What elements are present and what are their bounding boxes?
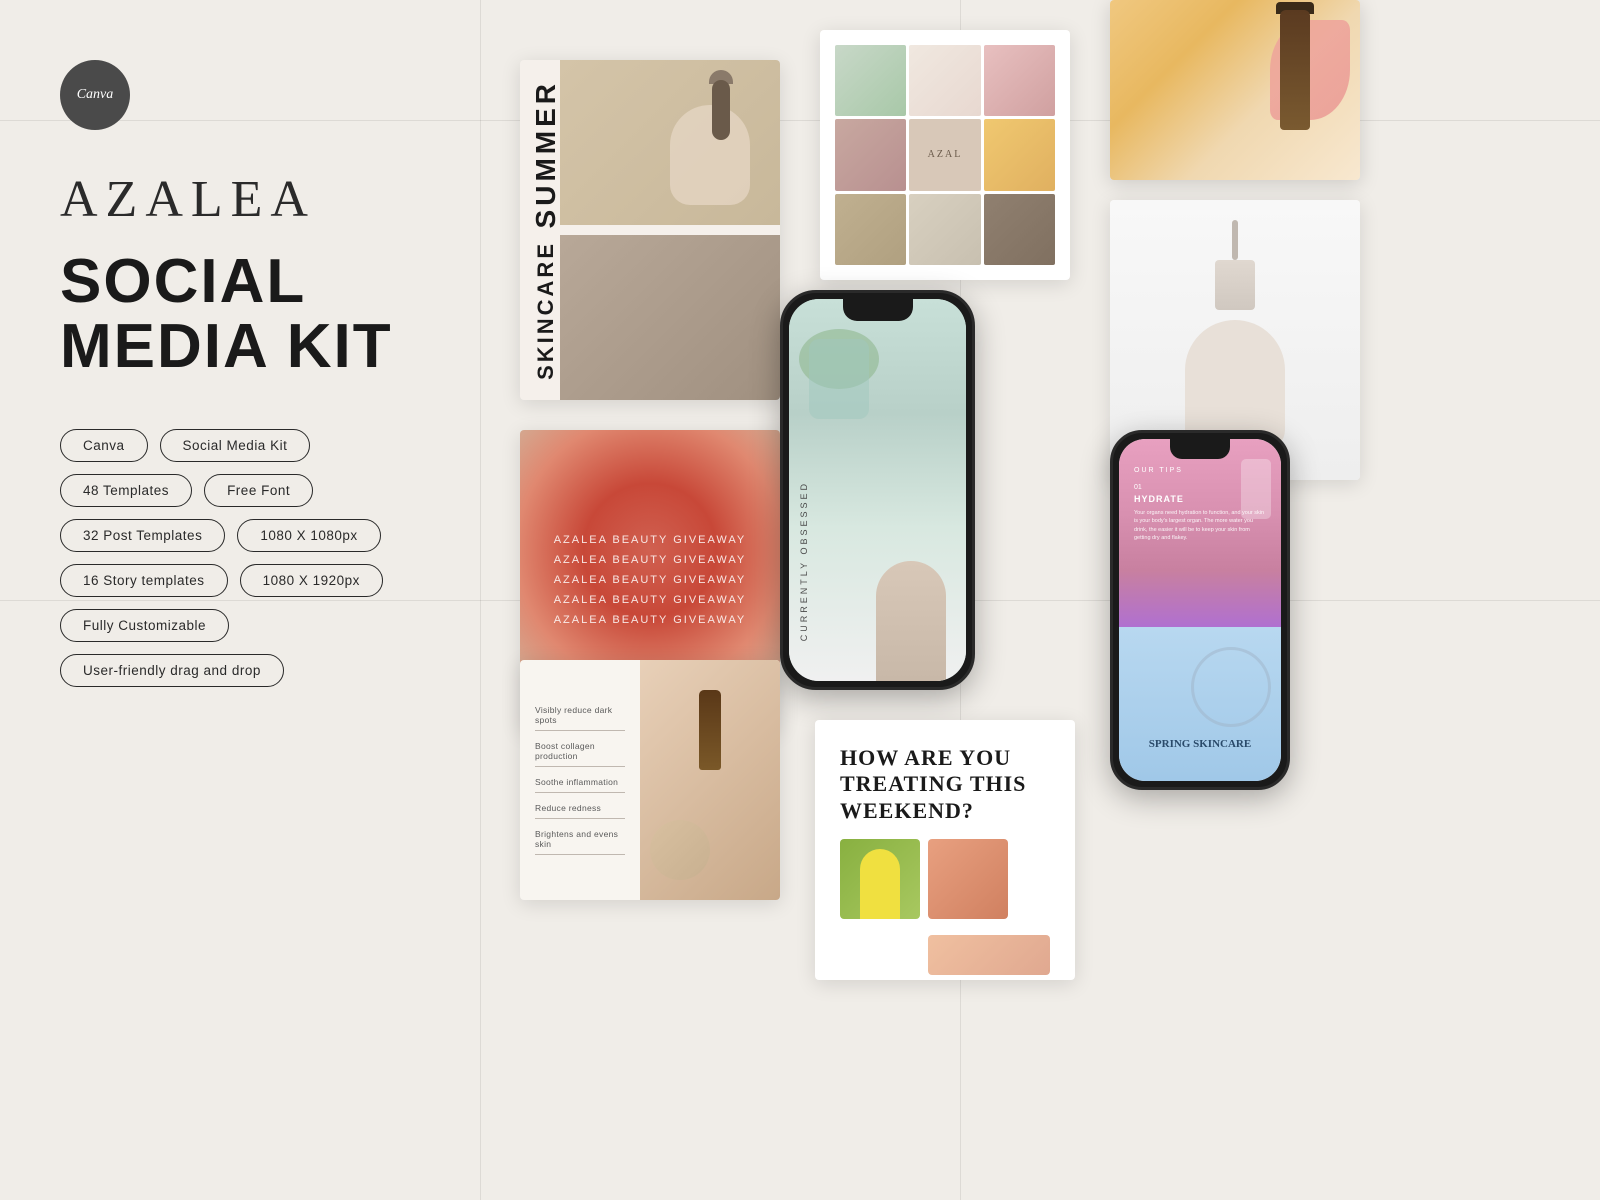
serum-benefit-5: Brightens and evens skin — [535, 829, 625, 855]
canva-badge: Canva — [60, 60, 130, 130]
tag-post-size: 1080 X 1080px — [237, 519, 380, 552]
serum-benefit-4: Reduce redness — [535, 803, 625, 819]
product-title-line2: MEDIA KIT — [60, 312, 393, 381]
mosaic-cell-8 — [909, 194, 980, 265]
phone-2-screen: OUR TIPS 01 HYDRATE Your organs need hyd… — [1119, 439, 1281, 781]
serum-benefit-2: Boost collagen production — [535, 741, 625, 767]
skincare-label: SKINCARE — [533, 241, 559, 380]
how-images-row — [840, 839, 1050, 975]
tag-drag-drop: User-friendly drag and drop — [60, 654, 284, 687]
phone-1-content: CURRENTLY OBSESSED — [789, 299, 966, 681]
person-in-image — [860, 849, 900, 919]
phone-2-tips-label: OUR TIPS — [1134, 467, 1183, 474]
mosaic-cell-7 — [835, 194, 906, 265]
card-serum-benefits: Visibly reduce dark spots Boost collagen… — [520, 660, 780, 900]
mosaic-cell-2 — [909, 45, 980, 116]
summer-bottom-image — [560, 235, 780, 400]
phone-2-notch — [1170, 439, 1230, 459]
serum-benefit-1: Visibly reduce dark spots — [535, 705, 625, 731]
how-headline: HOW ARE YOU TREATING THIS WEEKEND? — [840, 745, 1050, 824]
serum-benefits-list: Visibly reduce dark spots Boost collagen… — [520, 660, 640, 900]
right-panel: SUMMER SKINCARE AZAL AZ — [460, 0, 1600, 1200]
how-image-flowers — [928, 935, 1050, 975]
how-image-product — [928, 839, 1008, 919]
phone-person-shape — [876, 561, 946, 681]
phone-2-spring-label: SPRING SKINCARE — [1134, 737, 1266, 751]
phone-2-content: OUR TIPS 01 HYDRATE Your organs need hyd… — [1119, 439, 1281, 781]
cream-pump-decorative — [1232, 220, 1238, 260]
mosaic-cell-5: AZAL — [909, 119, 980, 190]
canva-badge-label: Canva — [77, 87, 114, 103]
how-image-person — [840, 839, 920, 919]
phone-1-vertical-text: CURRENTLY OBSESSED — [799, 481, 809, 641]
tags-container: Canva Social Media Kit 48 Templates Free… — [60, 429, 400, 687]
serum-benefit-3: Soothe inflammation — [535, 777, 625, 793]
phone-2-hydrate-label: HYDRATE — [1134, 494, 1184, 504]
cream-jar-decorative — [1215, 260, 1255, 310]
tag-customizable: Fully Customizable — [60, 609, 229, 642]
brand-name: AZALEA — [60, 170, 400, 229]
mosaic-cell-4 — [835, 119, 906, 190]
phone-2-num: 01 — [1134, 484, 1142, 491]
summer-top-image — [560, 60, 780, 225]
card-product-top-right — [1110, 0, 1360, 180]
giveaway-line-1: AZALEA BEAUTY GIVEAWAY — [554, 534, 747, 546]
card-summer-inner: SUMMER SKINCARE — [520, 60, 780, 400]
phone-mockup-1: CURRENTLY OBSESSED — [780, 290, 975, 690]
phone-1-notch — [843, 299, 913, 321]
phone-mockup-2: OUR TIPS 01 HYDRATE Your organs need hyd… — [1110, 430, 1290, 790]
card-how-weekend: HOW ARE YOU TREATING THIS WEEKEND? — [815, 720, 1075, 980]
mosaic-cell-3 — [984, 45, 1055, 116]
hand-decorative — [670, 105, 750, 205]
product-title-line1: SOCIAL — [60, 247, 306, 316]
bottle-decorative — [712, 80, 730, 140]
giveaway-line-4: AZALEA BEAUTY GIVEAWAY — [554, 594, 747, 606]
serum-image-col — [640, 660, 780, 900]
phone-2-serum-decoration — [1241, 459, 1271, 519]
giveaway-line-3: AZALEA BEAUTY GIVEAWAY — [554, 574, 747, 586]
tag-canva: Canva — [60, 429, 148, 462]
phone-2-top-section: OUR TIPS 01 HYDRATE Your organs need hyd… — [1119, 439, 1281, 627]
phone-1-screen: CURRENTLY OBSESSED — [789, 299, 966, 681]
tag-post-templates: 32 Post Templates — [60, 519, 225, 552]
tag-story-templates: 16 Story templates — [60, 564, 228, 597]
tag-free-font: Free Font — [204, 474, 313, 507]
card-mosaic: AZAL — [820, 30, 1070, 280]
giveaway-line-2: AZALEA BEAUTY GIVEAWAY — [554, 554, 747, 566]
tag-social-media-kit: Social Media Kit — [160, 429, 311, 462]
serum-content: Visibly reduce dark spots Boost collagen… — [520, 660, 780, 900]
mosaic-cell-1 — [835, 45, 906, 116]
tag-templates: 48 Templates — [60, 474, 192, 507]
swirl-decorative — [1191, 647, 1271, 727]
mosaic-cell-6 — [984, 119, 1055, 190]
phone-2-bottom-section: SPRING SKINCARE — [1119, 627, 1281, 781]
summer-vertical-labels: SUMMER SKINCARE — [530, 80, 562, 380]
card-summer-skincare: SUMMER SKINCARE — [520, 60, 780, 400]
serum-bottle-small — [699, 690, 721, 770]
tag-story-size: 1080 X 1920px — [240, 564, 383, 597]
mosaic-cell-9 — [984, 194, 1055, 265]
bottle-big-decorative — [1280, 10, 1310, 130]
left-panel: Canva AZALEA SOCIAL MEDIA KIT Canva Soci… — [0, 0, 460, 1200]
product-tr-background — [1110, 0, 1360, 180]
giveaway-line-5: AZALEA BEAUTY GIVEAWAY — [554, 614, 747, 626]
product-title: SOCIAL MEDIA KIT — [60, 249, 400, 379]
serum-round-decorative — [650, 820, 710, 880]
phone-serum-visual — [809, 339, 869, 419]
summer-label: SUMMER — [530, 80, 562, 228]
